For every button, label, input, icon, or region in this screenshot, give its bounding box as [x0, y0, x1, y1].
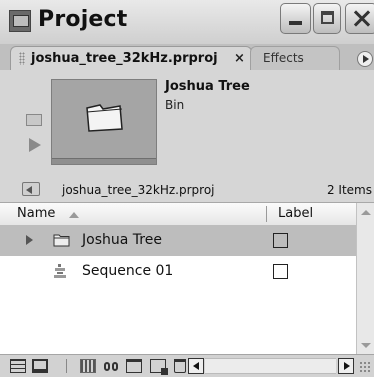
project-path: joshua_tree_32kHz.prproj — [62, 183, 215, 197]
new-bin-icon[interactable] — [126, 359, 142, 373]
automate-to-sequence-icon[interactable] — [80, 359, 96, 373]
item-count: 2 Items — [326, 183, 372, 197]
scroll-left-icon[interactable] — [188, 358, 204, 374]
column-divider[interactable] — [266, 206, 267, 222]
list-item-sequence-01[interactable]: Sequence 01 — [0, 256, 356, 287]
preview-item-name: Joshua Tree — [165, 79, 250, 94]
new-item-icon[interactable] — [150, 359, 168, 375]
maximize-icon[interactable] — [313, 3, 341, 34]
panel-tabs: joshua_tree_32kHz.prproj × Effects — [0, 44, 374, 70]
sequence-icon — [54, 264, 66, 278]
drag-grip-icon[interactable] — [19, 52, 25, 65]
resize-grip-icon[interactable] — [359, 361, 371, 373]
list-view-icon[interactable] — [10, 359, 26, 373]
clear-icon[interactable] — [174, 359, 186, 373]
project-panel: Project joshua_tree_32kHz.prproj × Effec… — [0, 0, 374, 377]
scroll-up-icon[interactable] — [361, 210, 371, 215]
expand-triangle-icon[interactable] — [26, 235, 33, 245]
list-item-name: Sequence 01 — [82, 263, 174, 279]
column-header-name[interactable]: Name — [17, 206, 55, 221]
project-item-list: Name Label Joshua Tree Sequence 01 — [0, 202, 374, 355]
list-item-name: Joshua Tree — [82, 232, 162, 248]
window-title: Project — [38, 7, 128, 32]
tab-effects[interactable]: Effects — [250, 46, 340, 70]
preview-area: Joshua Tree Bin — [0, 70, 374, 180]
list-header: Name Label — [0, 203, 356, 226]
sort-ascending-icon[interactable] — [69, 212, 79, 218]
label-color-box[interactable] — [273, 233, 288, 248]
preview-thumbnail — [51, 79, 157, 165]
panel-menu-icon[interactable] — [357, 51, 373, 67]
tab-project-label: joshua_tree_32kHz.prproj — [31, 51, 218, 66]
find-icon[interactable] — [103, 359, 119, 373]
path-bar: joshua_tree_32kHz.prproj 2 Items — [0, 180, 374, 202]
toolbar-divider — [66, 359, 67, 373]
minimize-icon[interactable] — [280, 3, 311, 34]
column-header-label[interactable]: Label — [278, 206, 313, 221]
preview-item-type: Bin — [165, 98, 185, 112]
horizontal-scrollbar[interactable] — [205, 358, 336, 374]
tab-effects-label: Effects — [263, 51, 304, 65]
icon-view-icon[interactable] — [32, 359, 48, 373]
scroll-right-icon[interactable] — [338, 358, 354, 374]
scroll-down-icon[interactable] — [361, 343, 371, 348]
title-bar[interactable]: Project — [0, 0, 374, 44]
tab-project[interactable]: joshua_tree_32kHz.prproj × — [10, 46, 252, 70]
folder-icon — [86, 104, 123, 132]
folder-icon — [53, 234, 70, 247]
label-color-box[interactable] — [273, 264, 288, 279]
parent-bin-icon[interactable] — [22, 182, 40, 196]
poster-frame-icon[interactable] — [26, 114, 42, 126]
close-icon[interactable] — [345, 3, 374, 34]
bottom-toolbar — [0, 354, 374, 377]
list-item-joshua-tree[interactable]: Joshua Tree — [0, 225, 356, 256]
tab-close-icon[interactable]: × — [234, 51, 245, 66]
play-icon[interactable] — [29, 138, 41, 152]
vertical-scrollbar[interactable] — [356, 203, 374, 355]
thumbnail-scrub-bar[interactable] — [52, 158, 156, 164]
project-window-icon — [9, 10, 31, 32]
